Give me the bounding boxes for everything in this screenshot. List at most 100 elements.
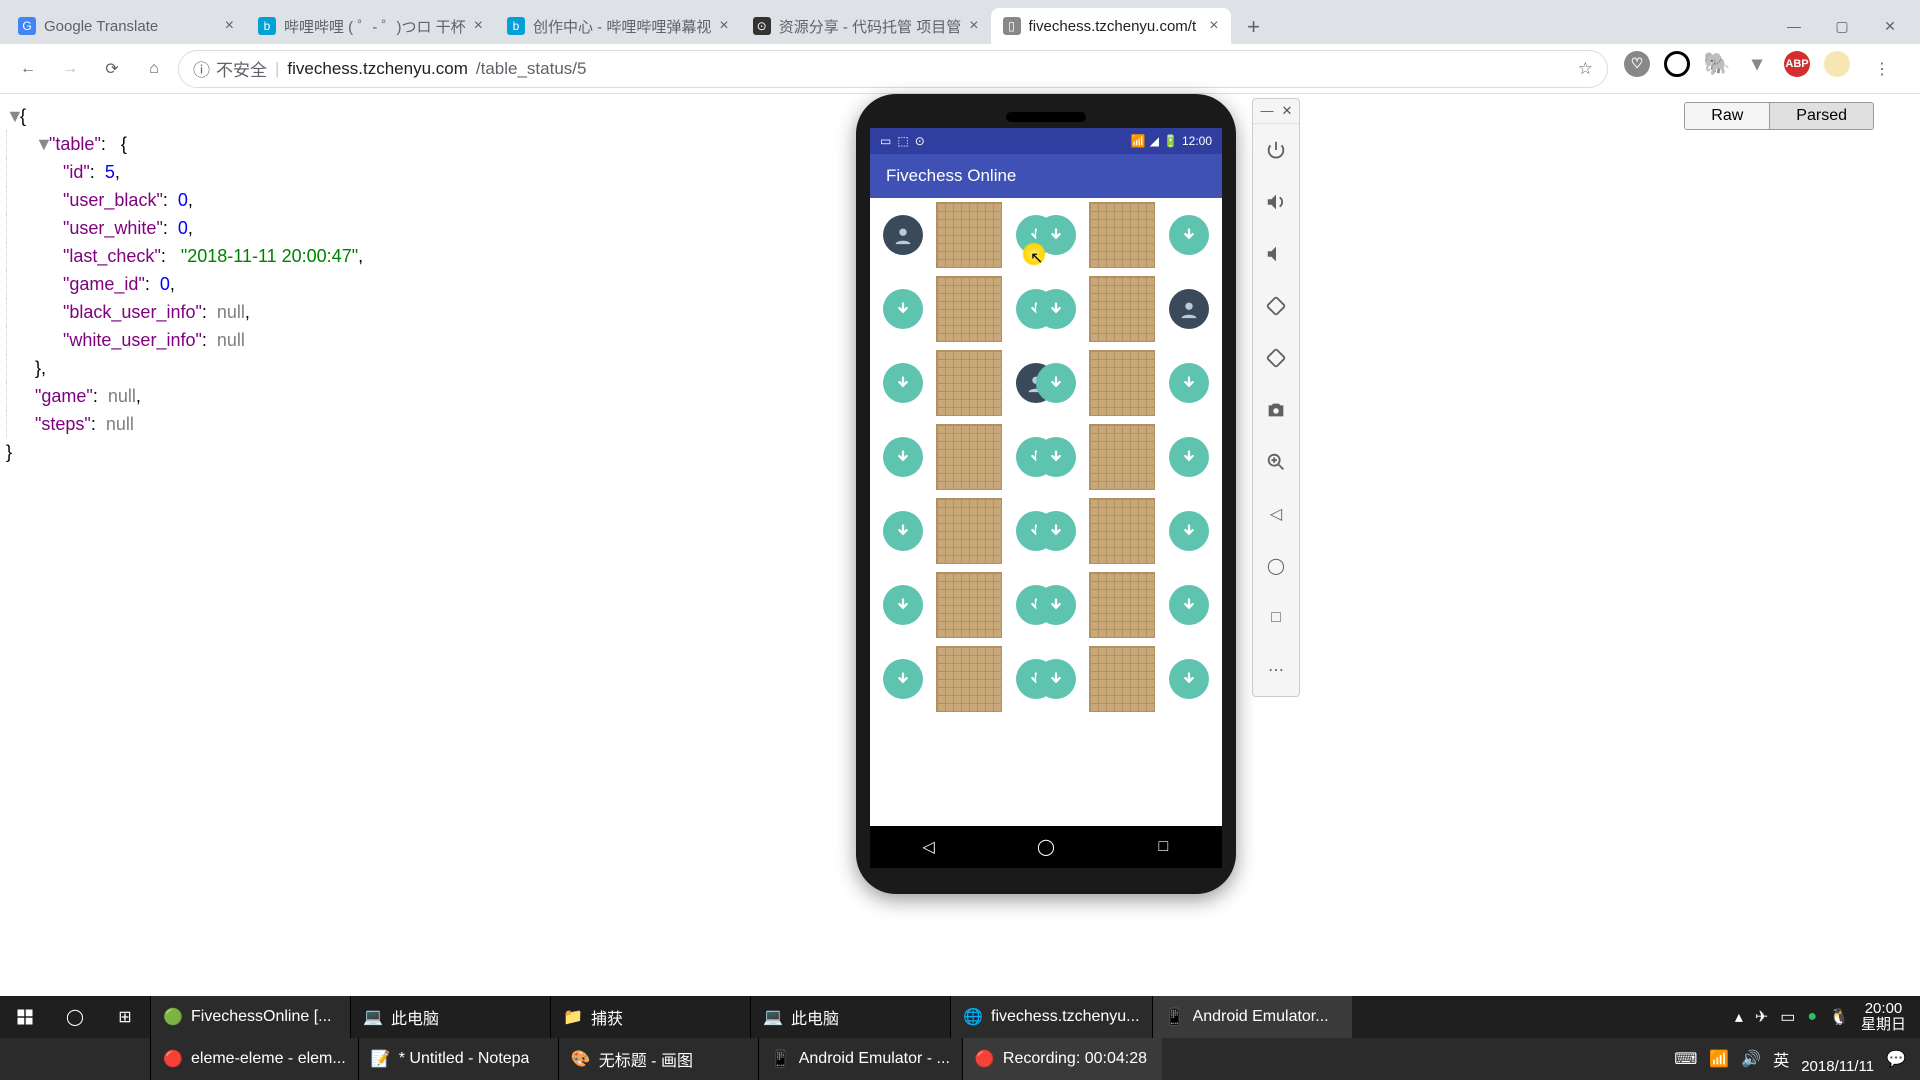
tray-ime[interactable]: 英 bbox=[1773, 1047, 1789, 1071]
ext-evernote-icon[interactable]: 🐘 bbox=[1704, 51, 1730, 77]
browser-tab[interactable]: b创作中心 - 哔哩哔哩弹幕视× bbox=[495, 8, 741, 44]
board-icon[interactable] bbox=[1089, 276, 1155, 342]
seat-right[interactable] bbox=[1169, 585, 1209, 625]
seat-mid-right[interactable] bbox=[1036, 511, 1076, 551]
seat-mid-right[interactable] bbox=[1036, 585, 1076, 625]
ext-avatar-icon[interactable] bbox=[1824, 51, 1850, 77]
json-viewer[interactable]: ▼{ ▼"table": { "id": 5, "user_black": 0,… bbox=[6, 102, 646, 466]
taskbar-app[interactable]: 🟢FivechessOnline [... bbox=[150, 996, 350, 1038]
board-icon[interactable] bbox=[1089, 424, 1155, 490]
ext-circle-icon[interactable] bbox=[1664, 51, 1690, 77]
new-tab-button[interactable]: + bbox=[1237, 10, 1271, 44]
bookmark-star-icon[interactable]: ☆ bbox=[1578, 59, 1593, 79]
seat-left[interactable] bbox=[883, 215, 923, 255]
reload-button[interactable]: ⟳ bbox=[94, 51, 130, 87]
forward-button[interactable]: → bbox=[52, 51, 88, 87]
board-icon[interactable] bbox=[936, 202, 1002, 268]
cortana-button[interactable]: ◯ bbox=[50, 996, 100, 1038]
nav-back-button[interactable]: ◁ bbox=[917, 835, 941, 859]
tab-close-icon[interactable]: × bbox=[474, 17, 483, 35]
back-button[interactable]: ← bbox=[10, 51, 46, 87]
seat-left[interactable] bbox=[883, 363, 923, 403]
board-icon[interactable] bbox=[1089, 202, 1155, 268]
emu-rotate-right-icon[interactable] bbox=[1253, 332, 1299, 384]
taskbar-app[interactable]: 🎨无标题 - 画图 bbox=[558, 1038, 758, 1080]
tray-wechat-icon[interactable]: ● bbox=[1807, 1008, 1817, 1026]
board-icon[interactable] bbox=[1089, 350, 1155, 416]
browser-tab[interactable]: ▯fivechess.tzchenyu.com/t× bbox=[991, 8, 1231, 44]
browser-tab[interactable]: ⊙资源分享 - 代码托管 项目管× bbox=[741, 8, 991, 44]
emu-zoom-icon[interactable] bbox=[1253, 436, 1299, 488]
taskbar-app[interactable]: 📱Android Emulator - ... bbox=[758, 1038, 962, 1080]
emu-back-icon[interactable]: ◁ bbox=[1253, 488, 1299, 540]
emu-min-button[interactable]: — bbox=[1259, 103, 1275, 119]
board-icon[interactable] bbox=[1089, 646, 1155, 712]
seat-right[interactable] bbox=[1169, 511, 1209, 551]
window-max-button[interactable]: ▢ bbox=[1818, 8, 1866, 44]
tray-up-icon[interactable]: ▴ bbox=[1735, 1007, 1743, 1027]
taskbar-app[interactable]: 📁捕获 bbox=[550, 996, 750, 1038]
tray-monitor-icon[interactable]: ▭ bbox=[1780, 1007, 1795, 1027]
browser-tab[interactable]: b哔哩哔哩 ( ゜- ゜)つロ 干杯× bbox=[246, 8, 495, 44]
board-icon[interactable] bbox=[936, 646, 1002, 712]
board-icon[interactable] bbox=[936, 424, 1002, 490]
nav-home-button[interactable]: ◯ bbox=[1034, 835, 1058, 859]
taskbar-app[interactable]: 💻此电脑 bbox=[350, 996, 550, 1038]
seat-right[interactable] bbox=[1169, 289, 1209, 329]
seat-right[interactable] bbox=[1169, 215, 1209, 255]
taskbar-app[interactable]: 📝* Untitled - Notepa bbox=[358, 1038, 558, 1080]
window-close-button[interactable]: ✕ bbox=[1866, 8, 1914, 44]
seat-left[interactable] bbox=[883, 289, 923, 329]
taskbar-app[interactable]: 💻此电脑 bbox=[750, 996, 950, 1038]
home-button[interactable]: ⌂ bbox=[136, 51, 172, 87]
chrome-menu-button[interactable]: ⋮ bbox=[1864, 51, 1900, 87]
browser-tab[interactable]: GGoogle Translate× bbox=[6, 8, 246, 44]
raw-toggle[interactable]: Raw bbox=[1685, 103, 1769, 129]
board-icon[interactable] bbox=[936, 350, 1002, 416]
emu-volume-down-icon[interactable] bbox=[1253, 228, 1299, 280]
window-min-button[interactable]: — bbox=[1770, 8, 1818, 44]
seat-right[interactable] bbox=[1169, 437, 1209, 477]
board-icon[interactable] bbox=[936, 498, 1002, 564]
board-icon[interactable] bbox=[1089, 572, 1155, 638]
tray-volume-icon[interactable]: 🔊 bbox=[1741, 1049, 1761, 1069]
seat-right[interactable] bbox=[1169, 659, 1209, 699]
tab-close-icon[interactable]: × bbox=[225, 17, 234, 35]
tray-wifi-icon[interactable]: 📶 bbox=[1709, 1049, 1729, 1069]
seat-left[interactable] bbox=[883, 585, 923, 625]
emulator-screen[interactable]: ▭⬚⊙ 📶◢🔋12:00 Fivechess Online ◁ ◯ □ bbox=[870, 128, 1222, 868]
taskbar-app[interactable]: 🔴Recording: 00:04:28 bbox=[962, 1038, 1162, 1080]
address-bar[interactable]: ⓘ 不安全 | fivechess.tzchenyu.com/table_sta… bbox=[178, 50, 1608, 88]
tray-bt-icon[interactable]: ⌨ bbox=[1674, 1049, 1697, 1069]
seat-left[interactable] bbox=[883, 437, 923, 477]
board-icon[interactable] bbox=[1089, 498, 1155, 564]
tray-telegram-icon[interactable]: ✈ bbox=[1755, 1007, 1768, 1027]
seat-mid-right[interactable] bbox=[1036, 659, 1076, 699]
emu-close-button[interactable]: ✕ bbox=[1279, 103, 1295, 119]
seat-left[interactable] bbox=[883, 659, 923, 699]
tray-qq-icon[interactable]: 🐧 bbox=[1829, 1007, 1849, 1027]
taskbar-app[interactable]: 🌐fivechess.tzchenyu... bbox=[950, 996, 1152, 1038]
emu-volume-up-icon[interactable] bbox=[1253, 176, 1299, 228]
seat-mid-right[interactable] bbox=[1036, 437, 1076, 477]
taskview-button[interactable]: ⊞ bbox=[100, 996, 150, 1038]
emu-power-icon[interactable] bbox=[1253, 124, 1299, 176]
emu-overview-icon[interactable]: □ bbox=[1253, 592, 1299, 644]
seat-left[interactable] bbox=[883, 511, 923, 551]
nav-recents-button[interactable]: □ bbox=[1151, 835, 1175, 859]
taskbar-app[interactable]: 📱Android Emulator... bbox=[1152, 996, 1352, 1038]
taskbar-app[interactable]: 🔴eleme-eleme - elem... bbox=[150, 1038, 358, 1080]
emu-more-icon[interactable]: ⋯ bbox=[1253, 644, 1299, 696]
board-icon[interactable] bbox=[936, 572, 1002, 638]
tab-close-icon[interactable]: × bbox=[719, 17, 728, 35]
seat-mid-right[interactable] bbox=[1036, 215, 1076, 255]
tray-notifications-icon[interactable]: 💬 bbox=[1886, 1049, 1906, 1069]
table-list[interactable] bbox=[870, 198, 1222, 826]
tab-close-icon[interactable]: × bbox=[969, 17, 978, 35]
seat-mid-right[interactable] bbox=[1036, 289, 1076, 329]
tab-close-icon[interactable]: × bbox=[1209, 17, 1218, 35]
emu-screenshot-icon[interactable] bbox=[1253, 384, 1299, 436]
emu-rotate-left-icon[interactable] bbox=[1253, 280, 1299, 332]
board-icon[interactable] bbox=[936, 276, 1002, 342]
emu-home-icon[interactable]: ◯ bbox=[1253, 540, 1299, 592]
